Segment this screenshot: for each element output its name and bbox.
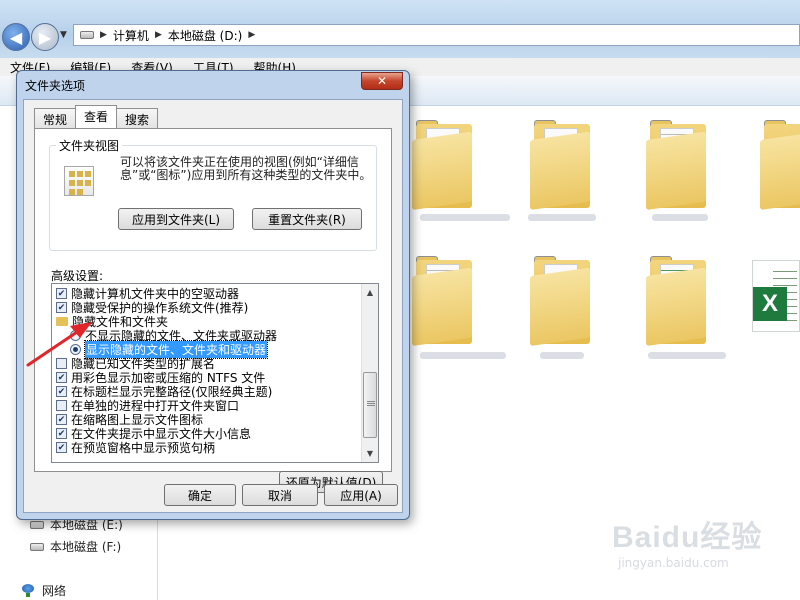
ok-button[interactable]: 确定 [164,484,236,506]
drive-icon [30,542,44,551]
dialog-title: 文件夹选项 [25,79,86,93]
folder-view-icon [64,166,94,196]
explorer-titlebar: ◀ ▶ ▼ ▶ 计算机 ▶ 本地磁盘 (D:) ▶ [0,0,800,58]
tree-item-label: 网络 [42,584,67,598]
drive-icon [30,520,44,529]
network-icon [20,583,36,598]
folder-icon[interactable] [412,254,476,346]
advanced-settings-list[interactable]: 隐藏计算机文件夹中的空驱动器 隐藏受保护的操作系统文件(推荐) 隐藏文件和文件夹… [51,283,379,463]
checkbox[interactable] [56,301,67,313]
apply-to-folders-button[interactable]: 应用到文件夹(L) [118,208,234,230]
reset-folders-button[interactable]: 重置文件夹(R) [252,208,362,230]
checkbox[interactable] [56,371,67,383]
drive-icon [80,31,94,39]
folder-icon[interactable] [760,118,800,210]
folder-icon[interactable] [530,118,594,210]
scrollbar-thumb[interactable] [363,372,377,438]
folder-icon[interactable] [646,254,710,346]
folder-view-legend: 文件夹视图 [56,137,123,154]
forward-button[interactable]: ▶ [31,23,59,51]
checkbox[interactable] [56,441,67,453]
list-item[interactable]: 在预览窗格中显示预览句柄 [56,440,216,455]
folder-options-dialog: 文件夹选项 ✕ 常规 查看 搜索 文件夹视图 可以将该文件夹正在使用的视图(例如… [16,70,410,520]
breadcrumb-arrow-icon[interactable]: ▶ [155,30,162,40]
scroll-down-icon[interactable]: ▼ [362,445,378,462]
checkbox[interactable] [56,385,67,397]
radio-button[interactable] [70,329,81,341]
file-name-label [420,214,510,221]
tab-strip: 常规 查看 搜索 [34,105,159,128]
checkbox[interactable] [56,427,67,439]
scroll-up-icon[interactable]: ▲ [362,284,378,301]
watermark-site: jingyan.baidu.com [618,556,729,570]
breadcrumb-computer[interactable]: 计算机 [113,27,149,44]
advanced-settings-label: 高级设置: [51,269,104,283]
watermark-brand: Baidu经验 [612,521,763,554]
vertical-scrollbar[interactable]: ▲ ▼ [361,284,378,462]
checkbox[interactable] [56,399,67,411]
close-button[interactable]: ✕ [361,72,403,90]
breadcrumb-arrow-icon[interactable]: ▶ [100,30,107,40]
folder-icon[interactable] [646,118,710,210]
folder-view-description: 可以将该文件夹正在使用的视图(例如“详细信息”或“图标”)应用到所有这种类型的文… [120,155,372,182]
tree-item-label: 本地磁盘 (F:) [50,540,122,554]
tab-search[interactable]: 搜索 [116,108,159,128]
cancel-button[interactable]: 取消 [242,484,318,506]
file-name-label [652,214,708,221]
tab-general[interactable]: 常规 [34,108,77,128]
baidu-watermark: Baidu经验 jingyan.baidu.com [612,512,762,570]
list-item-label: 在预览窗格中显示预览句柄 [71,440,216,455]
folder-icon[interactable] [412,118,476,210]
folder-view-group: 文件夹视图 可以将该文件夹正在使用的视图(例如“详细信息”或“图标”)应用到所有… [49,137,377,251]
file-name-label [528,214,596,221]
file-name-label [420,352,506,359]
excel-file-icon[interactable]: X [752,260,800,332]
checkbox[interactable] [56,287,67,299]
folder-icon [56,316,68,326]
tab-view[interactable]: 查看 [75,105,118,128]
file-name-label [648,352,726,359]
folder-icon[interactable] [530,254,594,346]
view-tab-panel: 文件夹视图 可以将该文件夹正在使用的视图(例如“详细信息”或“图标”)应用到所有… [34,128,392,493]
checkbox[interactable] [56,413,67,425]
radio-button[interactable] [70,343,81,355]
breadcrumb-drive-d[interactable]: 本地磁盘 (D:) [168,27,242,44]
history-dropdown-icon[interactable]: ▼ [60,30,67,40]
tree-item-network[interactable]: 网络 [20,582,66,599]
apply-button[interactable]: 应用(A) [324,484,398,506]
address-bar[interactable]: ▶ 计算机 ▶ 本地磁盘 (D:) ▶ [73,24,800,46]
checkbox[interactable] [56,357,67,369]
back-button[interactable]: ◀ [2,23,30,51]
tree-item-drive-f[interactable]: 本地磁盘 (F:) [30,538,121,555]
dialog-body: 常规 查看 搜索 文件夹视图 可以将该文件夹正在使用的视图(例如“详细信息”或“… [23,99,403,513]
file-name-label [540,352,584,359]
breadcrumb-arrow-icon[interactable]: ▶ [248,30,255,40]
